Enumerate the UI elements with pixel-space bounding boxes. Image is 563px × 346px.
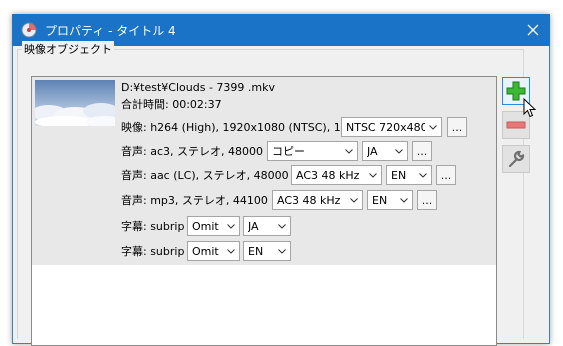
subtitle-lang-value-2: EN bbox=[248, 244, 264, 258]
audio-info-3: 音声: mp3, ステレオ, 44100 Hz bbox=[121, 194, 286, 207]
audio-more-button-3[interactable]: ... bbox=[417, 190, 437, 210]
video-thumbnail bbox=[35, 80, 115, 126]
chevron-down-icon bbox=[223, 217, 239, 235]
chevron-down-icon bbox=[425, 118, 441, 136]
audio-lang-select-3[interactable]: EN bbox=[367, 190, 413, 210]
chevron-down-icon bbox=[365, 166, 381, 184]
video-more-button[interactable]: ... bbox=[447, 117, 467, 137]
subtitle-mode-value-2: Omit bbox=[192, 244, 219, 258]
window-title: プロパティ - タイトル 4 bbox=[45, 24, 176, 38]
audio-lang-select-2[interactable]: EN bbox=[386, 165, 432, 185]
chevron-down-icon bbox=[223, 242, 239, 260]
subtitle-mode-value-1: Omit bbox=[192, 219, 219, 233]
subtitle-mode-select-1[interactable]: Omit bbox=[187, 216, 240, 236]
close-button[interactable] bbox=[516, 14, 550, 46]
minus-icon bbox=[506, 121, 526, 129]
mouse-cursor-icon bbox=[523, 98, 537, 118]
chevron-down-icon bbox=[341, 142, 357, 160]
chevron-down-icon bbox=[346, 191, 362, 209]
subtitle-lang-select-1[interactable]: JA bbox=[243, 216, 291, 236]
subtitle-lang-select-2[interactable]: EN bbox=[243, 241, 291, 261]
audio-more-button-1[interactable]: ... bbox=[412, 141, 432, 161]
chevron-down-icon bbox=[396, 191, 412, 209]
close-icon bbox=[527, 24, 539, 36]
duration-text: 合計時間: 00:02:37 bbox=[121, 98, 222, 111]
audio-codec-select-1[interactable]: コピー bbox=[267, 141, 358, 161]
subtitle-info-2: 字幕: subrip bbox=[121, 245, 185, 258]
audio-lang-value-2: EN bbox=[391, 168, 407, 182]
audio-codec-select-2[interactable]: AC3 48 kHz bbox=[291, 165, 382, 185]
video-format-value: NTSC 720x480 bbox=[346, 120, 425, 134]
audio-lang-select-1[interactable]: JA bbox=[362, 141, 408, 161]
disc-app-icon bbox=[21, 22, 37, 38]
audio-lang-value-1: JA bbox=[367, 144, 378, 158]
subtitle-lang-value-1: JA bbox=[248, 219, 259, 233]
chevron-down-icon bbox=[274, 217, 290, 235]
subtitle-mode-select-2[interactable]: Omit bbox=[187, 241, 240, 261]
audio-lang-value-3: EN bbox=[372, 193, 388, 207]
audio-more-button-2[interactable]: ... bbox=[436, 165, 456, 185]
group-label: 映像オブジェクト bbox=[22, 41, 114, 57]
settings-button[interactable] bbox=[502, 145, 530, 173]
audio-codec-value-2: AC3 48 kHz bbox=[296, 168, 360, 182]
audio-codec-value-3: AC3 48 kHz bbox=[277, 193, 341, 207]
audio-codec-select-3[interactable]: AC3 48 kHz bbox=[272, 190, 363, 210]
subtitle-info-1: 字幕: subrip bbox=[121, 220, 185, 233]
video-format-select[interactable]: NTSC 720x480 bbox=[341, 117, 442, 137]
video-info: 映像: h264 (High), 1920x1080 (NTSC), 16:9 bbox=[121, 121, 359, 134]
wrench-icon bbox=[508, 150, 525, 168]
audio-info-1: 音声: ac3, ステレオ, 48000 Hz bbox=[121, 145, 281, 158]
audio-codec-value-1: コピー bbox=[272, 145, 305, 158]
audio-info-2: 音声: aac (LC), ステレオ, 48000 Hz bbox=[121, 169, 307, 182]
chevron-down-icon bbox=[415, 166, 431, 184]
chevron-down-icon bbox=[391, 142, 407, 160]
chevron-down-icon bbox=[274, 242, 290, 260]
